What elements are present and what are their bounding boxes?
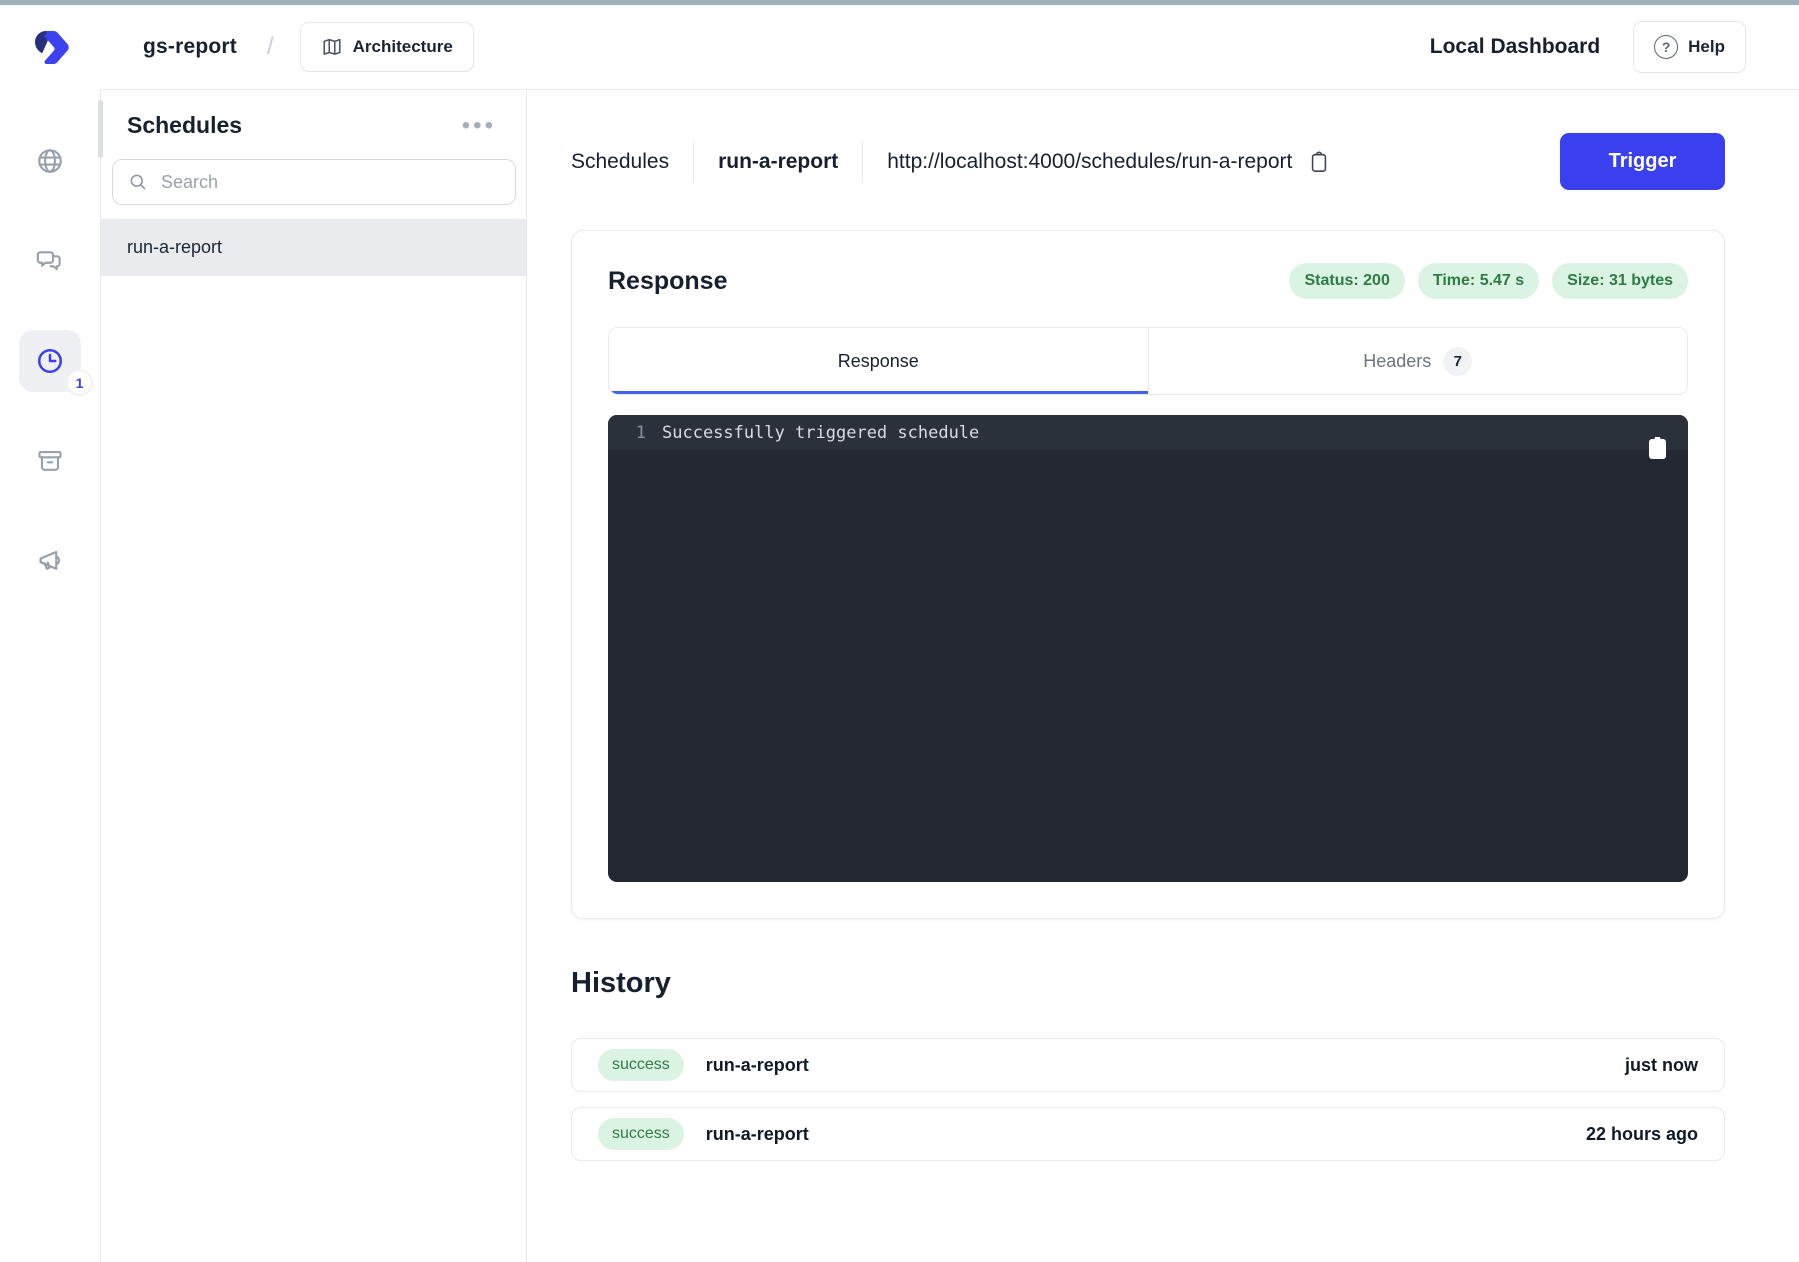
clock-icon — [35, 346, 65, 376]
response-badges: Status: 200 Time: 5.47 s Size: 31 bytes — [1289, 263, 1688, 299]
copy-url-button[interactable] — [1308, 150, 1330, 174]
history-run-time: 22 hours ago — [1586, 1124, 1698, 1145]
map-icon — [321, 36, 343, 58]
breadcrumb-section: Schedules — [571, 150, 669, 174]
divider — [693, 141, 694, 183]
history-run-time: just now — [1625, 1055, 1698, 1076]
architecture-label: Architecture — [353, 37, 453, 57]
history-row[interactable]: success run-a-report 22 hours ago — [571, 1107, 1725, 1161]
question-circle-icon: ? — [1654, 35, 1678, 59]
response-tabs: Response Headers 7 — [608, 327, 1688, 395]
code-line: 1 Successfully triggered schedule — [608, 415, 1688, 450]
header-bar: gs-report / Architecture Local Dashboard… — [0, 5, 1799, 90]
panel-title: Schedules — [127, 112, 242, 139]
schedule-name: run-a-report — [127, 237, 222, 258]
architecture-button[interactable]: Architecture — [300, 22, 474, 72]
tab-response-label: Response — [838, 351, 919, 372]
status-badge: success — [598, 1049, 684, 1081]
search-input[interactable] — [112, 159, 516, 205]
globe-icon — [35, 146, 65, 176]
copy-response-button[interactable] — [1649, 437, 1666, 463]
breadcrumb: Schedules run-a-report http://localhost:… — [571, 133, 1330, 190]
icon-sidebar: 1 — [0, 90, 101, 1262]
response-body-viewer: 1 Successfully triggered schedule — [608, 415, 1688, 882]
clipboard-icon — [1308, 150, 1330, 174]
app-window: gs-report / Architecture Local Dashboard… — [0, 0, 1799, 1262]
history-run-name: run-a-report — [706, 1055, 809, 1076]
sidebar-item-schedules[interactable]: 1 — [19, 330, 81, 392]
app-logo[interactable] — [0, 5, 101, 90]
schedule-list-item[interactable]: run-a-report — [101, 219, 526, 276]
schedule-url: http://localhost:4000/schedules/run-a-re… — [887, 150, 1292, 174]
history-row[interactable]: success run-a-report just now — [571, 1038, 1725, 1092]
help-button[interactable]: ? Help — [1633, 21, 1746, 73]
sidebar-item-messaging[interactable] — [19, 230, 81, 292]
main-content: Schedules run-a-report http://localhost:… — [527, 90, 1799, 1262]
help-label: Help — [1688, 37, 1725, 57]
tab-response[interactable]: Response — [609, 328, 1148, 394]
scrollbar-thumb[interactable] — [98, 100, 103, 158]
dashboard-title: Local Dashboard — [1430, 35, 1600, 59]
tab-headers-label: Headers — [1363, 351, 1431, 372]
size-badge: Size: 31 bytes — [1552, 263, 1688, 299]
breadcrumb-item: run-a-report — [718, 150, 838, 174]
archive-icon — [35, 446, 65, 476]
line-number: 1 — [608, 423, 646, 443]
sidebar-item-endpoints[interactable] — [19, 130, 81, 192]
response-card: Response Status: 200 Time: 5.47 s Size: … — [571, 230, 1725, 919]
response-title: Response — [608, 267, 727, 296]
sidebar-item-announcements[interactable] — [19, 530, 81, 592]
history-run-name: run-a-report — [706, 1124, 809, 1145]
status-badge: success — [598, 1118, 684, 1150]
schedules-count-badge: 1 — [66, 369, 93, 396]
project-name: gs-report — [143, 35, 237, 59]
history-list: success run-a-report just now success ru… — [571, 1038, 1725, 1161]
history-title: History — [571, 967, 1725, 1000]
line-text: Successfully triggered schedule — [662, 423, 979, 443]
tab-headers[interactable]: Headers 7 — [1148, 328, 1688, 394]
schedules-panel: Schedules ••• run-a-report — [101, 90, 527, 1262]
arrow-logo-icon — [27, 24, 75, 72]
time-badge: Time: 5.47 s — [1418, 263, 1539, 299]
sidebar-item-storage[interactable] — [19, 430, 81, 492]
divider — [862, 141, 863, 183]
clipboard-icon — [1649, 437, 1666, 459]
breadcrumb-separator: / — [267, 33, 274, 61]
megaphone-icon — [35, 546, 65, 576]
search-icon — [128, 172, 148, 192]
trigger-button[interactable]: Trigger — [1560, 133, 1725, 190]
headers-count-badge: 7 — [1443, 347, 1472, 376]
status-badge: Status: 200 — [1289, 263, 1404, 299]
detail-header: Schedules run-a-report http://localhost:… — [571, 133, 1725, 190]
ellipsis-icon[interactable]: ••• — [458, 117, 500, 135]
header-content: gs-report / Architecture Local Dashboard… — [101, 5, 1799, 90]
chat-icon — [35, 246, 65, 276]
